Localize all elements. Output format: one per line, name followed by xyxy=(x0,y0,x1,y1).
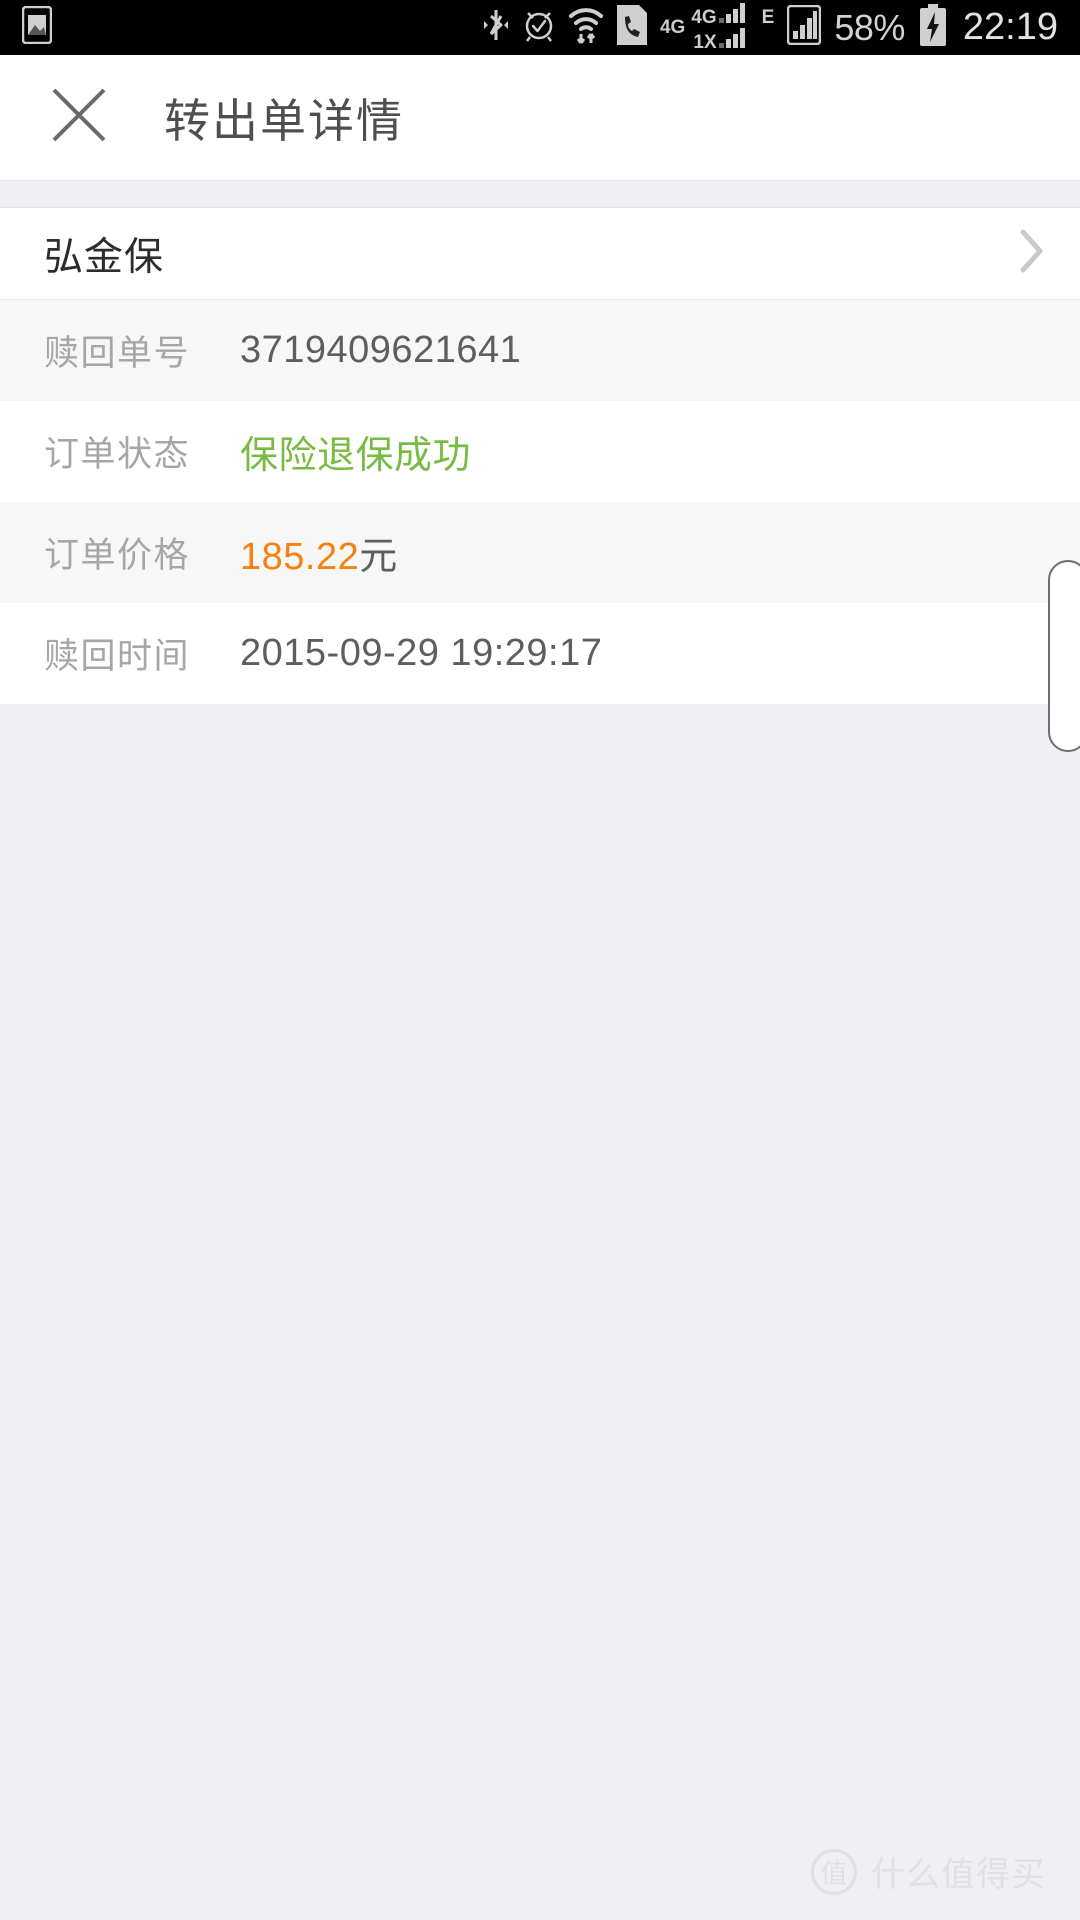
status-badge: 保险退保成功 xyxy=(240,435,472,477)
product-name: 弘金保 xyxy=(44,235,165,279)
table-row: 赎回单号 3719409621641 xyxy=(0,300,1080,401)
detail-value: 2015-09-29 19:29:17 xyxy=(240,632,603,674)
detail-label: 订单价格 xyxy=(44,536,191,575)
wifi-icon xyxy=(568,5,604,50)
status-bar-right: 4G 4G 1X E 58% 22:19 xyxy=(482,3,1058,52)
network-type-1x: 1X xyxy=(693,32,717,53)
watermark: 值 什么值得买 xyxy=(811,1847,1046,1896)
section-spacer xyxy=(0,180,1080,208)
page-title: 转出单详情 xyxy=(164,94,404,147)
order-detail-card: 弘金保 赎回单号 3719409621641 订单状态 保险退保成功 订单价格 … xyxy=(0,208,1080,704)
status-bar-left xyxy=(21,5,53,49)
sim-call-icon xyxy=(616,5,647,50)
battery-charging-icon xyxy=(918,4,948,51)
photo-icon xyxy=(21,5,53,49)
table-row: 赎回时间 2015-09-29 19:29:17 xyxy=(0,603,1080,704)
product-row[interactable]: 弘金保 xyxy=(0,208,1080,300)
detail-value: 3719409621641 xyxy=(240,329,522,371)
status-bar-clock: 22:19 xyxy=(962,6,1058,48)
signal-bars-sim2-icon xyxy=(718,28,749,52)
app-header: 转出单详情 xyxy=(0,55,1080,180)
sim2-row: 1X xyxy=(693,28,748,52)
bluetooth-icon xyxy=(482,6,510,49)
chevron-right-icon xyxy=(1018,228,1046,279)
watermark-text: 什么值得买 xyxy=(871,1856,1046,1894)
dual-sim-signal: 4G 4G 1X xyxy=(660,3,749,52)
network-type-4g-primary: 4G xyxy=(659,17,686,38)
detail-label: 赎回时间 xyxy=(44,637,191,676)
edge-floating-panel[interactable] xyxy=(1048,560,1080,752)
detail-label: 订单状态 xyxy=(44,435,191,474)
price-unit: 元 xyxy=(359,536,398,578)
alarm-icon xyxy=(523,6,555,49)
close-icon xyxy=(48,84,110,151)
detail-label: 赎回单号 xyxy=(44,334,191,373)
table-row: 订单价格 185.22元 xyxy=(0,502,1080,603)
watermark-badge-icon: 值 xyxy=(811,1848,857,1895)
detail-value-price: 185.22元 xyxy=(240,525,398,580)
signal-bars-icon xyxy=(787,4,822,50)
network-type-4g-secondary: 4G xyxy=(691,7,717,28)
edge-network-icon: E xyxy=(761,7,775,28)
dual-sim-stack: 4G 1X xyxy=(691,3,748,52)
close-button[interactable] xyxy=(46,85,112,151)
price-amount: 185.22 xyxy=(240,536,360,578)
status-bar: 4G 4G 1X E 58% 22:19 xyxy=(0,0,1080,55)
battery-percent-label: 58% xyxy=(834,6,905,48)
table-row: 订单状态 保险退保成功 xyxy=(0,401,1080,502)
sim1-row: 4G xyxy=(691,3,748,27)
signal-bars-sim1-icon xyxy=(718,3,749,27)
